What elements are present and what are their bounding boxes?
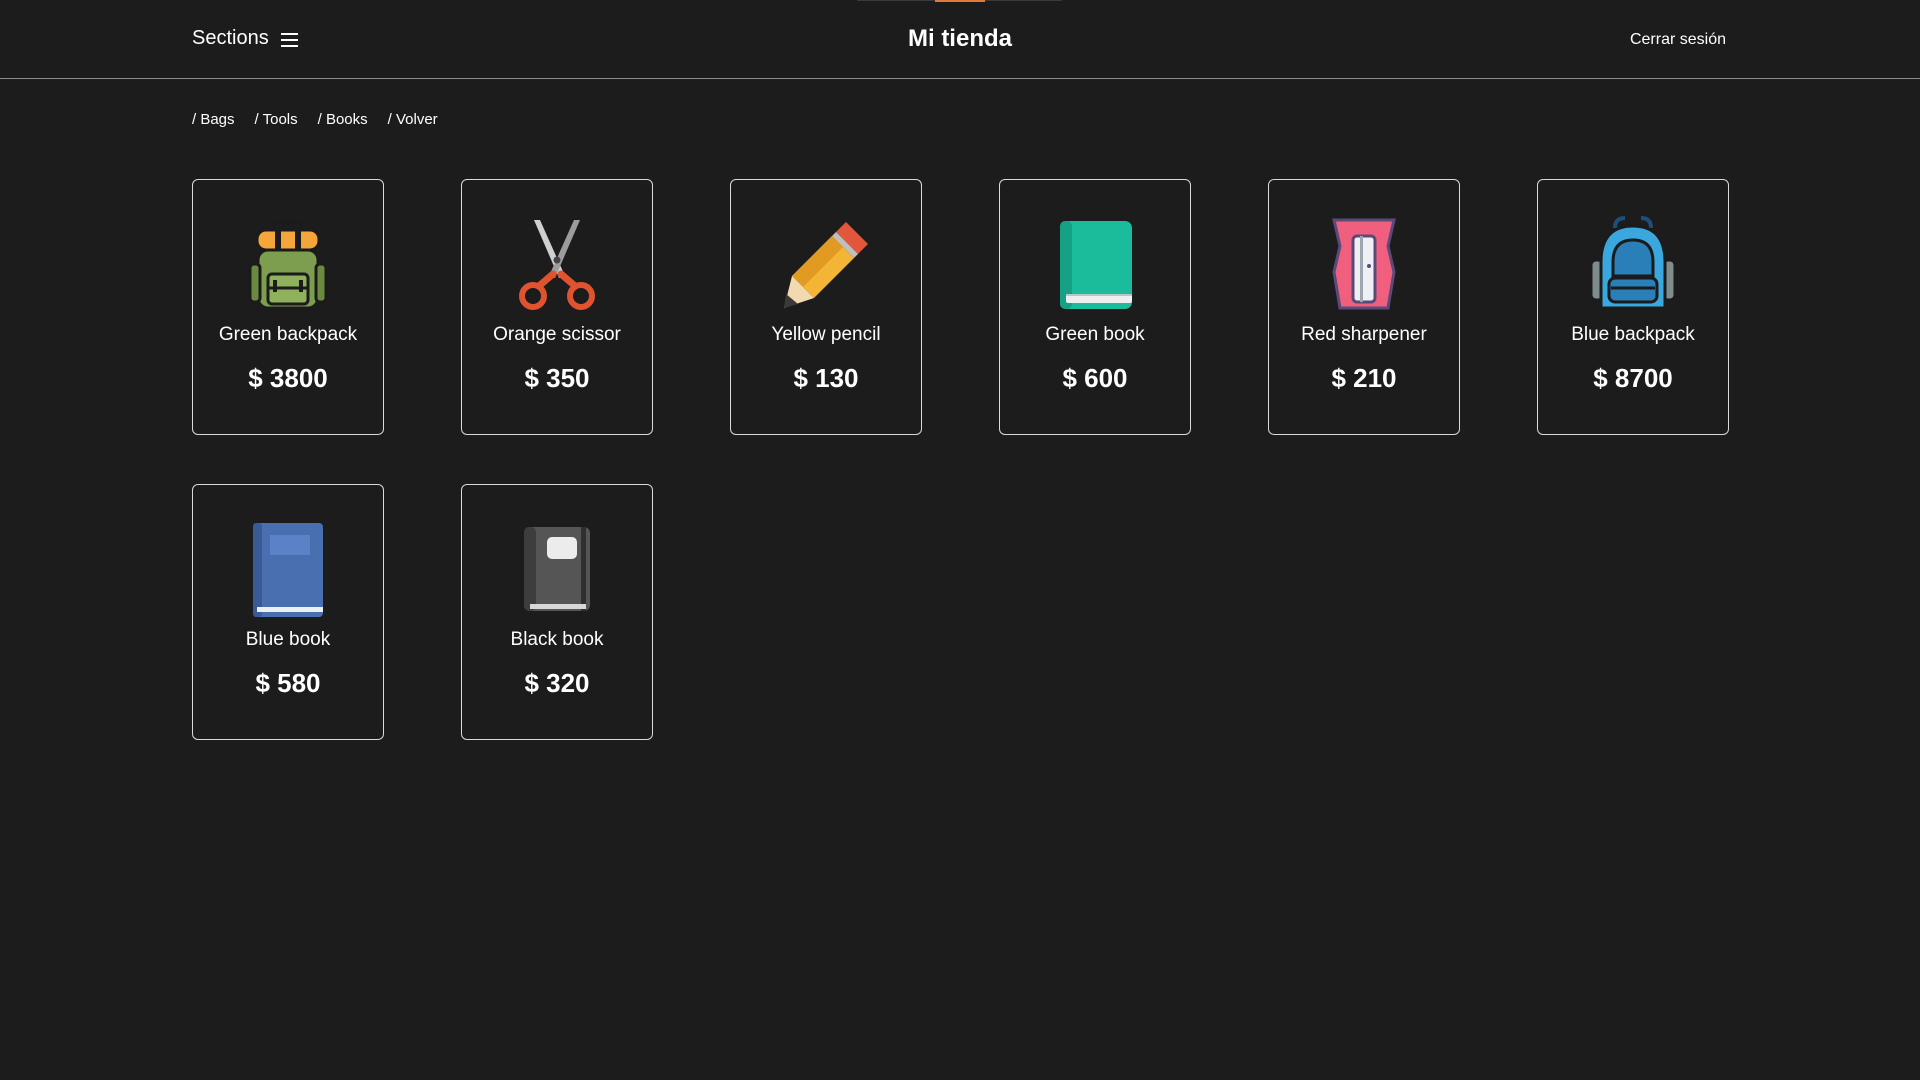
product-grid: Green backpack $ 3800 Orange scissor $ 3… — [192, 179, 1729, 740]
product-card-black-book[interactable]: Black book $ 320 — [461, 484, 653, 740]
product-name: Blue backpack — [1571, 324, 1695, 345]
product-card-yellow-pencil[interactable]: Yellow pencil $ 130 — [730, 179, 922, 435]
product-price: $ 600 — [1062, 363, 1128, 393]
product-price: $ 320 — [524, 668, 590, 698]
green-backpack-icon — [240, 216, 336, 312]
product-card-red-sharpener[interactable]: Red sharpener $ 210 — [1268, 179, 1460, 435]
product-name: Green backpack — [218, 324, 358, 345]
top-accent-indicator — [935, 0, 985, 2]
product-name: Yellow pencil — [771, 324, 881, 345]
top-navbar: Sections Mi tienda Cerrar sesión — [0, 0, 1920, 79]
product-name: Orange scissor — [493, 324, 621, 345]
blue-backpack-icon — [1585, 216, 1681, 312]
green-book-icon — [1047, 216, 1143, 312]
product-card-blue-backpack[interactable]: Blue backpack $ 8700 — [1537, 179, 1729, 435]
breadcrumb-volver[interactable]: / Volver — [388, 111, 438, 128]
product-card-orange-scissor[interactable]: Orange scissor $ 350 — [461, 179, 653, 435]
product-price: $ 580 — [255, 668, 321, 698]
red-sharpener-icon — [1316, 216, 1412, 312]
logout-link[interactable]: Cerrar sesión — [1630, 31, 1726, 49]
product-price: $ 8700 — [1593, 363, 1673, 393]
product-price: $ 130 — [793, 363, 859, 393]
product-price: $ 350 — [524, 363, 590, 393]
product-card-green-book[interactable]: Green book $ 600 — [999, 179, 1191, 435]
product-price: $ 210 — [1331, 363, 1397, 393]
black-book-icon — [509, 521, 605, 617]
product-price: $ 3800 — [248, 363, 328, 393]
breadcrumb: / Bags / Tools / Books / Volver — [192, 111, 438, 128]
breadcrumb-books[interactable]: / Books — [318, 111, 368, 128]
product-card-green-backpack[interactable]: Green backpack $ 3800 — [192, 179, 384, 435]
product-name: Blue book — [245, 629, 331, 650]
breadcrumb-tools[interactable]: / Tools — [255, 111, 298, 128]
blue-book-icon — [240, 521, 336, 617]
product-name: Black book — [510, 629, 604, 650]
product-name: Red sharpener — [1301, 324, 1427, 345]
product-name: Green book — [1045, 324, 1145, 345]
yellow-pencil-icon — [778, 216, 874, 312]
breadcrumb-bags[interactable]: / Bags — [192, 111, 235, 128]
orange-scissor-icon — [509, 216, 605, 312]
product-card-blue-book[interactable]: Blue book $ 580 — [192, 484, 384, 740]
